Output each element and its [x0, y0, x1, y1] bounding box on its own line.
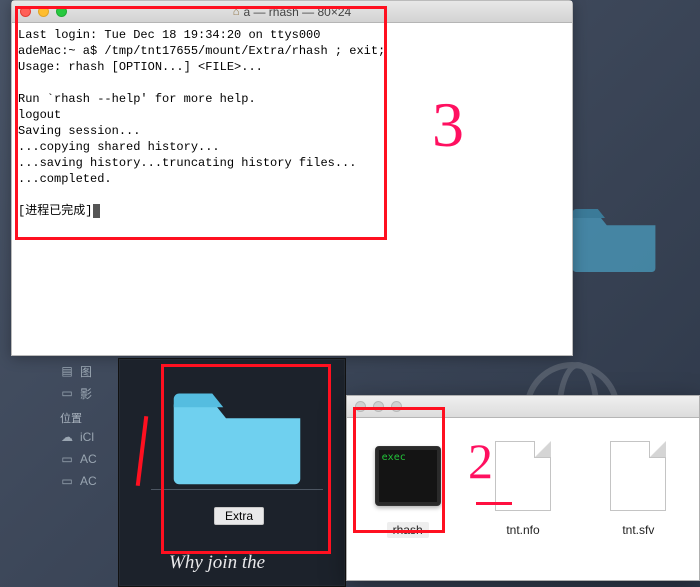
file-tnt-nfo[interactable]: tnt.nfo	[480, 438, 565, 538]
close-icon[interactable]	[20, 6, 31, 17]
finder-window: exec rhash tnt.nfo tnt.sfv	[346, 395, 700, 581]
maximize-icon[interactable]	[391, 401, 402, 412]
terminal-line: Run `rhash --help' for more help.	[18, 92, 256, 106]
home-icon: ⌂	[233, 6, 240, 18]
terminal-window: ⌂a — rhash — 80×24 Last login: Tue Dec 1…	[11, 0, 573, 356]
disk-icon: ▭	[60, 474, 74, 488]
terminal-line: logout	[18, 108, 61, 122]
movies-icon: ▭	[60, 386, 74, 400]
installer-tagline: Why join the	[169, 552, 265, 574]
document-icon	[495, 441, 551, 511]
file-tnt-sfv[interactable]: tnt.sfv	[596, 438, 681, 538]
terminal-line: ...saving history...truncating history f…	[18, 156, 356, 170]
installer-panel: Extra Why join the	[118, 358, 346, 587]
terminal-line: Saving session...	[18, 124, 140, 138]
exec-icon: exec	[375, 446, 441, 506]
disk-icon: ▭	[60, 452, 74, 466]
terminal-output[interactable]: Last login: Tue Dec 18 19:34:20 on ttys0…	[12, 23, 572, 223]
pictures-icon: ▤	[60, 364, 74, 378]
file-grid: exec rhash tnt.nfo tnt.sfv	[347, 418, 699, 558]
file-label: tnt.nfo	[500, 522, 545, 538]
terminal-line: ...completed.	[18, 172, 112, 186]
cloud-icon: ☁	[60, 430, 74, 444]
terminal-titlebar[interactable]: ⌂a — rhash — 80×24	[12, 1, 572, 23]
sidebar-item[interactable]: ☁iCl	[60, 426, 120, 448]
file-rhash[interactable]: exec rhash	[365, 438, 450, 538]
sidebar-item[interactable]: ▭影	[60, 382, 120, 404]
minimize-icon[interactable]	[38, 6, 49, 17]
background-folder-icon	[568, 200, 660, 272]
sidebar-item[interactable]: ▭AC	[60, 470, 120, 492]
close-icon[interactable]	[355, 401, 366, 412]
sidebar-item[interactable]: ▤图	[60, 360, 120, 382]
maximize-icon[interactable]	[56, 6, 67, 17]
sidebar-item[interactable]: ▭AC	[60, 448, 120, 470]
folder-shelf	[151, 489, 323, 490]
finder-titlebar[interactable]	[347, 396, 699, 418]
terminal-line: [进程已完成]	[18, 204, 92, 218]
terminal-line: ...copying shared history...	[18, 140, 220, 154]
terminal-line: Usage: rhash [OPTION...] <FILE>...	[18, 60, 263, 74]
file-label: tnt.sfv	[616, 522, 660, 538]
finder-sidebar: ▤图 ▭影 位置 ☁iCl ▭AC ▭AC	[60, 360, 120, 560]
extra-folder-label[interactable]: Extra	[214, 507, 264, 525]
terminal-line: Last login: Tue Dec 18 19:34:20 on ttys0…	[18, 28, 320, 42]
file-label: rhash	[387, 522, 429, 538]
terminal-line: adeMac:~ a$ /tmp/tnt17655/mount/Extra/rh…	[18, 44, 385, 58]
extra-folder-icon[interactable]	[165, 377, 309, 487]
minimize-icon[interactable]	[373, 401, 384, 412]
document-icon	[610, 441, 666, 511]
terminal-title: ⌂a — rhash — 80×24	[12, 5, 572, 19]
terminal-cursor	[93, 204, 100, 218]
sidebar-heading: 位置	[60, 410, 120, 426]
